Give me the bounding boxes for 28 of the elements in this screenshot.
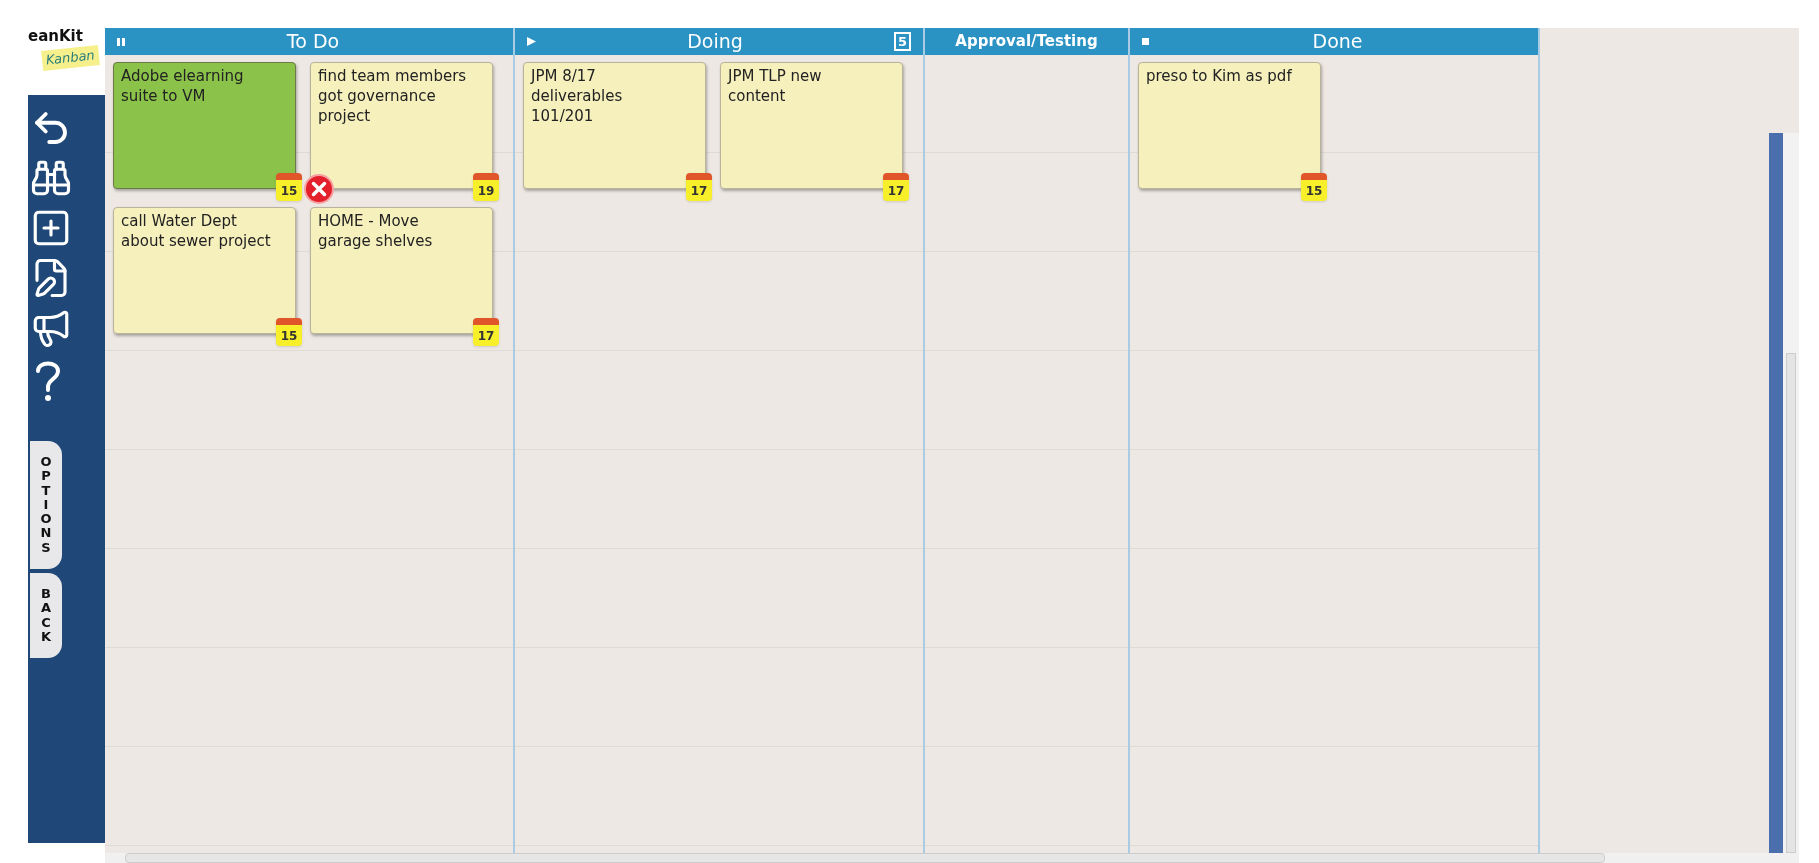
column-title: Done (1311, 29, 1364, 55)
column-title: To Do (285, 29, 341, 55)
due-date-badge: 15 (276, 318, 302, 346)
side-tab[interactable]: BACK (30, 573, 62, 659)
pause-icon[interactable] (117, 37, 125, 46)
logo[interactable]: eanKit Kanban (28, 28, 105, 95)
card-title: JPM 8/17 deliverables 101/201 (531, 66, 624, 126)
due-date-badge: 15 (1301, 173, 1327, 201)
due-date-badge: 19 (473, 173, 499, 201)
due-date-badge: 17 (473, 318, 499, 346)
card-title: find team members got governance project (318, 66, 468, 126)
play-icon[interactable] (527, 37, 536, 46)
logo-title: eanKit (28, 28, 83, 44)
card-title: call Water Dept about sewer project (121, 211, 271, 251)
column-title: Approval/Testing (954, 31, 1099, 53)
card-title: JPM TLP new content (728, 66, 823, 106)
due-date-badge: 17 (686, 173, 712, 201)
vertical-scrollbar-thumb[interactable] (1786, 353, 1796, 853)
side-tab[interactable]: OPTIONS (30, 441, 62, 570)
card-title: HOME - Move garage shelves (318, 211, 434, 251)
card-title: Adobe elearning suite to VM (121, 66, 245, 106)
due-date-badge: 15 (276, 173, 302, 201)
wip-limit: 5 (893, 32, 911, 51)
due-date-badge: 17 (883, 173, 909, 201)
column-title: Doing (686, 29, 744, 55)
card-title: preso to Kim as pdf (1146, 66, 1293, 86)
horizontal-scrollbar-thumb[interactable] (125, 853, 1605, 863)
logo-note: Kanban (41, 45, 100, 71)
